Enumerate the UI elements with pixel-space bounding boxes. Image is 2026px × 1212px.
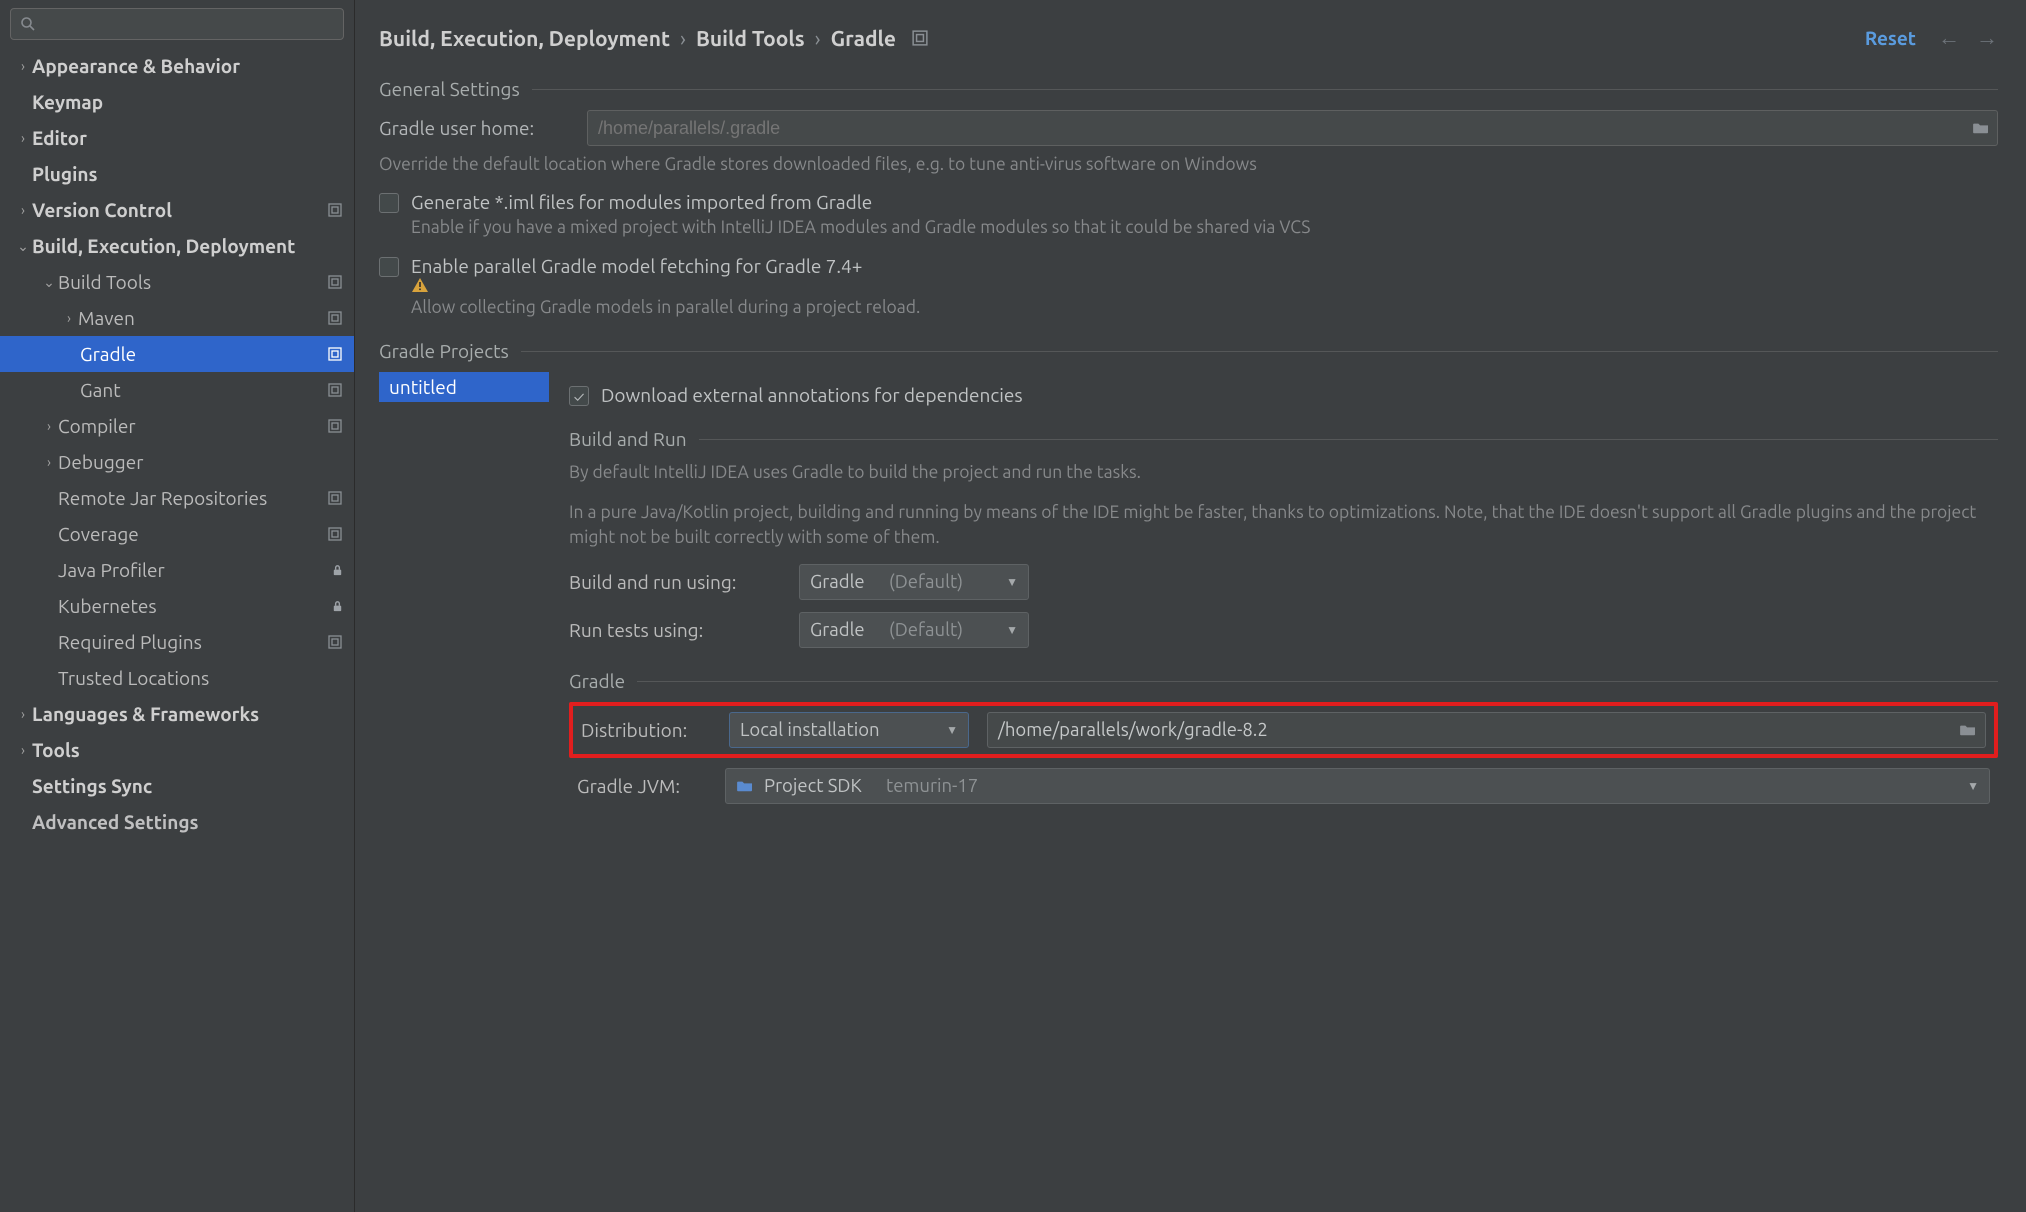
chevron-right-icon: ›	[14, 742, 32, 758]
project-scope-icon	[326, 309, 344, 327]
project-scope-icon	[326, 633, 344, 651]
gradle-user-home-label: Gradle user home:	[379, 117, 569, 139]
gradle-user-home-input[interactable]	[587, 110, 1998, 146]
folder-icon[interactable]	[1959, 723, 1977, 737]
project-scope-icon	[326, 525, 344, 543]
project-scope-icon	[912, 30, 928, 46]
chevron-right-icon: ›	[815, 26, 821, 50]
search-icon	[20, 16, 36, 32]
section-gradle: Gradle	[569, 670, 625, 692]
chevron-down-icon: ⌄	[40, 274, 58, 291]
reset-link[interactable]: Reset	[1865, 27, 1916, 49]
section-projects: Gradle Projects	[379, 340, 509, 362]
crumb-2[interactable]: Build Tools	[696, 26, 805, 50]
sidebar-item-build[interactable]: ⌄Build, Execution, Deployment	[0, 228, 354, 264]
sidebar-item-appearance[interactable]: ›Appearance & Behavior	[0, 48, 354, 84]
sidebar-item-kubernetes[interactable]: Kubernetes	[0, 588, 354, 624]
back-arrow-icon[interactable]: ←	[1938, 25, 1960, 51]
gradle-jvm-combo[interactable]: Project SDK temurin-17 ▼	[725, 768, 1990, 804]
project-scope-icon	[326, 345, 344, 363]
sidebar-item-build-tools[interactable]: ⌄Build Tools	[0, 264, 354, 300]
parallel-fetch-checkbox[interactable]	[379, 257, 399, 277]
distribution-label: Distribution:	[581, 719, 711, 741]
chevron-down-icon: ⌄	[14, 238, 32, 255]
chevron-right-icon: ›	[60, 310, 78, 326]
sidebar-item-java-profiler[interactable]: Java Profiler	[0, 552, 354, 588]
search-input[interactable]	[10, 8, 344, 40]
chevron-down-icon: ▼	[1006, 575, 1018, 589]
generate-iml-label: Generate *.iml files for modules importe…	[411, 191, 1310, 213]
project-scope-icon	[326, 381, 344, 399]
gradle-project-list[interactable]: untitled	[379, 372, 549, 804]
lock-icon	[331, 600, 344, 613]
gradle-project-item[interactable]: untitled	[379, 372, 549, 402]
build-using-combo[interactable]: Gradle (Default) ▼	[799, 564, 1029, 600]
download-annotations-checkbox[interactable]	[569, 386, 589, 406]
chevron-down-icon: ▼	[1967, 779, 1979, 793]
chevron-right-icon: ›	[14, 58, 32, 74]
chevron-right-icon: ›	[14, 130, 32, 146]
section-build-run: Build and Run	[569, 428, 687, 450]
sidebar-item-remote-jar[interactable]: Remote Jar Repositories	[0, 480, 354, 516]
forward-arrow-icon[interactable]: →	[1976, 25, 1998, 51]
chevron-down-icon: ▼	[1006, 623, 1018, 637]
gradle-user-home-hint: Override the default location where Grad…	[379, 152, 1998, 177]
gradle-jvm-label: Gradle JVM:	[577, 775, 707, 797]
run-tests-combo[interactable]: Gradle (Default) ▼	[799, 612, 1029, 648]
folder-icon[interactable]	[1972, 121, 1990, 135]
warning-icon	[411, 277, 920, 293]
chevron-right-icon: ›	[14, 202, 32, 218]
sidebar-item-languages[interactable]: ›Languages & Frameworks	[0, 696, 354, 732]
sidebar-item-editor[interactable]: ›Editor	[0, 120, 354, 156]
project-scope-icon	[326, 489, 344, 507]
chevron-right-icon: ›	[680, 26, 686, 50]
chevron-right-icon: ›	[40, 418, 58, 434]
crumb-3: Gradle	[831, 26, 896, 50]
project-scope-icon	[326, 417, 344, 435]
folder-icon	[736, 779, 754, 793]
crumb-1[interactable]: Build, Execution, Deployment	[379, 26, 670, 50]
sidebar-item-compiler[interactable]: ›Compiler	[0, 408, 354, 444]
section-general: General Settings	[379, 78, 520, 100]
sidebar-item-plugins[interactable]: Plugins	[0, 156, 354, 192]
build-run-desc2: In a pure Java/Kotlin project, building …	[569, 500, 1998, 551]
chevron-down-icon: ▼	[946, 723, 958, 737]
chevron-right-icon: ›	[14, 706, 32, 722]
parallel-fetch-label: Enable parallel Gradle model fetching fo…	[411, 255, 920, 293]
sidebar-item-settings-sync[interactable]: Settings Sync	[0, 768, 354, 804]
sidebar-item-required-plugins[interactable]: Required Plugins	[0, 624, 354, 660]
sidebar-item-keymap[interactable]: Keymap	[0, 84, 354, 120]
sidebar-item-advanced[interactable]: Advanced Settings	[0, 804, 354, 840]
generate-iml-checkbox[interactable]	[379, 193, 399, 213]
parallel-fetch-hint: Allow collecting Gradle models in parall…	[411, 295, 920, 320]
settings-main: Build, Execution, Deployment › Build Too…	[355, 0, 2026, 1212]
settings-sidebar: ›Appearance & Behavior Keymap ›Editor Pl…	[0, 0, 355, 1212]
project-scope-icon	[326, 273, 344, 291]
download-annotations-label: Download external annotations for depend…	[601, 384, 1023, 406]
distribution-highlight: Distribution: Local installation ▼ /home…	[569, 702, 1998, 758]
build-using-label: Build and run using:	[569, 571, 779, 593]
project-scope-icon	[326, 201, 344, 219]
generate-iml-hint: Enable if you have a mixed project with …	[411, 215, 1310, 240]
chevron-right-icon: ›	[40, 454, 58, 470]
distribution-combo[interactable]: Local installation ▼	[729, 712, 969, 748]
sidebar-item-gant[interactable]: Gant	[0, 372, 354, 408]
sidebar-item-vcs[interactable]: ›Version Control	[0, 192, 354, 228]
run-tests-label: Run tests using:	[569, 619, 779, 641]
sidebar-item-trusted[interactable]: Trusted Locations	[0, 660, 354, 696]
sidebar-item-gradle[interactable]: Gradle	[0, 336, 354, 372]
build-run-desc1: By default IntelliJ IDEA uses Gradle to …	[569, 460, 1998, 485]
sidebar-item-debugger[interactable]: ›Debugger	[0, 444, 354, 480]
lock-icon	[331, 564, 344, 577]
distribution-path-input[interactable]: /home/parallels/work/gradle-8.2	[987, 712, 1986, 748]
breadcrumb: Build, Execution, Deployment › Build Too…	[379, 26, 928, 50]
sidebar-item-coverage[interactable]: Coverage	[0, 516, 354, 552]
sidebar-item-tools[interactable]: ›Tools	[0, 732, 354, 768]
sidebar-item-maven[interactable]: ›Maven	[0, 300, 354, 336]
